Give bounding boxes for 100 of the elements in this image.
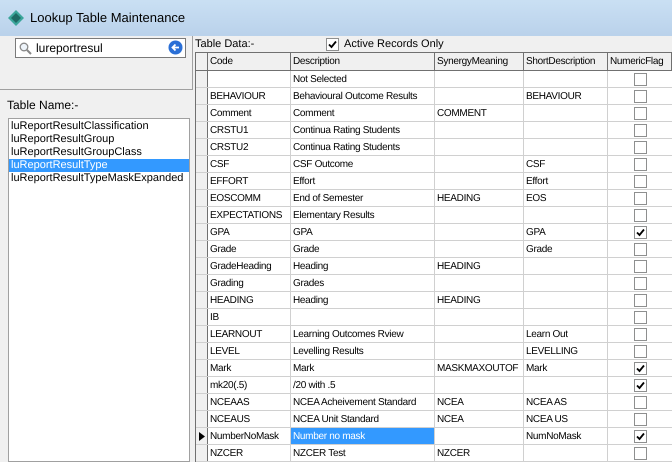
code-cell: NZCER: [208, 445, 291, 461]
numeric-flag-checkbox[interactable]: [634, 344, 646, 358]
synergy-meaning-cell: HEADING: [435, 258, 524, 274]
code-cell: IB: [208, 309, 291, 325]
description-cell: NCEA Acheivement Standard: [291, 394, 435, 410]
diamond-logo-icon: [8, 10, 24, 26]
short-description-cell: NCEA US: [524, 411, 608, 427]
description-cell: Elementary Results: [291, 207, 435, 223]
numeric-flag-checkbox[interactable]: [634, 430, 646, 442]
code-cell: CRSTU2: [208, 139, 291, 155]
table-list-item[interactable]: luReportResultGroup: [9, 132, 189, 146]
description-cell: CSF Outcome: [291, 156, 435, 172]
synergy-meaning-cell: HEADING: [435, 190, 524, 206]
table-name-label: Table Name:-: [7, 98, 78, 112]
column-header[interactable]: ShortDescription: [524, 53, 608, 70]
description-cell: Heading: [291, 258, 435, 274]
code-cell: EOSCOMM: [208, 190, 291, 206]
short-description-cell: Mark: [524, 360, 608, 376]
short-description-cell: Grade: [524, 241, 608, 257]
numeric-flag-checkbox[interactable]: [634, 208, 646, 222]
numeric-flag-checkbox[interactable]: [634, 412, 646, 426]
description-cell: Heading: [291, 292, 435, 308]
numeric-flag-checkbox[interactable]: [634, 158, 646, 170]
code-cell: HEADING: [208, 292, 291, 308]
code-cell: NCEAUS: [208, 411, 291, 427]
code-cell: mk20(.5): [208, 377, 291, 393]
description-cell: /20 with .5: [291, 377, 435, 393]
description-cell: NZCER Test: [291, 445, 435, 461]
description-cell: Not Selected: [291, 71, 435, 87]
current-row-arrow-icon: [198, 432, 204, 440]
numeric-flag-checkbox[interactable]: [634, 174, 646, 188]
code-cell: Comment: [208, 105, 291, 121]
code-cell: Grade: [208, 241, 291, 257]
numeric-flag-checkbox[interactable]: [634, 294, 646, 306]
code-cell: CRSTU1: [208, 122, 291, 138]
numeric-flag-checkbox[interactable]: [634, 310, 646, 324]
description-cell: Comment: [291, 105, 435, 121]
code-cell: CSF: [208, 156, 291, 172]
code-cell: NCEAAS: [208, 394, 291, 410]
description-cell: Effort: [291, 173, 435, 189]
column-header[interactable]: Description: [291, 53, 435, 70]
description-cell: GPA: [291, 224, 435, 240]
short-description-cell: NCEA AS: [524, 394, 608, 410]
code-cell: EFFORT: [208, 173, 291, 189]
column-header[interactable]: Code: [208, 53, 291, 70]
numeric-flag-checkbox[interactable]: [634, 396, 646, 408]
numeric-flag-checkbox[interactable]: [634, 260, 646, 272]
description-cell: Learning Outcomes Rview: [291, 326, 435, 342]
numeric-flag-checkbox[interactable]: [634, 90, 646, 102]
synergy-meaning-cell: MASKMAXOUTOF: [435, 360, 524, 376]
search-field[interactable]: lureportresul: [15, 38, 186, 58]
code-cell: GPA: [208, 224, 291, 240]
short-description-cell: BEHAVIOUR: [524, 88, 608, 104]
description-cell: Levelling Results: [291, 343, 435, 359]
row-header[interactable]: [196, 428, 208, 444]
description-cell: Behavioural Outcome Results: [291, 88, 435, 104]
short-description-cell: GPA: [524, 224, 608, 240]
description-cell: Grades: [291, 275, 435, 291]
numeric-flag-checkbox[interactable]: [634, 192, 646, 204]
short-description-cell: Learn Out: [524, 326, 608, 342]
numeric-flag-checkbox[interactable]: [634, 276, 646, 290]
numeric-flag-checkbox[interactable]: [634, 242, 646, 256]
table-list-item[interactable]: luReportResultClassification: [9, 120, 189, 132]
numeric-flag-checkbox[interactable]: [634, 106, 646, 120]
synergy-meaning-cell: NCEA: [435, 394, 524, 410]
description-cell: Grade: [291, 241, 435, 257]
numeric-flag-checkbox[interactable]: [634, 362, 646, 374]
window-title: Lookup Table Maintenance: [30, 9, 186, 28]
synergy-meaning-cell: NCEA: [435, 411, 524, 427]
numeric-flag-checkbox[interactable]: [634, 226, 646, 238]
table-list-item[interactable]: luReportResultTypeMaskExpanded: [9, 172, 189, 184]
short-description-cell: CSF: [524, 156, 608, 172]
column-header[interactable]: NumericFlag: [608, 53, 672, 70]
short-description-cell: Effort: [524, 173, 608, 189]
description-cell: Continua Rating Students: [291, 139, 435, 155]
short-description-cell: LEVELLING: [524, 343, 608, 359]
description-cell: Continua Rating Students: [291, 122, 435, 138]
table-data-label: Table Data:-: [195, 36, 256, 52]
code-cell: Mark: [208, 360, 291, 376]
synergy-meaning-cell: NZCER: [435, 445, 524, 461]
code-cell: LEVEL: [208, 343, 291, 359]
synergy-meaning-cell: COMMENT: [435, 105, 524, 121]
code-cell: EXPECTATIONS: [208, 207, 291, 223]
description-cell: Number no mask: [291, 428, 435, 444]
description-cell: NCEA Unit Standard: [291, 411, 435, 427]
column-header[interactable]: SynergyMeaning: [435, 53, 524, 70]
code-cell: BEHAVIOUR: [208, 88, 291, 104]
search-icon: [19, 42, 32, 55]
numeric-flag-checkbox[interactable]: [634, 72, 646, 86]
synergy-meaning-cell: HEADING: [435, 292, 524, 308]
code-cell: GradeHeading: [208, 258, 291, 274]
numeric-flag-checkbox[interactable]: [634, 378, 646, 392]
numeric-flag-checkbox[interactable]: [634, 328, 646, 340]
table-list-item[interactable]: luReportResultGroupClass: [9, 146, 189, 158]
code-cell: LEARNOUT: [208, 326, 291, 342]
numeric-flag-checkbox[interactable]: [634, 140, 646, 154]
numeric-flag-checkbox[interactable]: [634, 446, 646, 460]
active-records-checkbox[interactable]: [326, 38, 339, 50]
short-description-cell: EOS: [524, 190, 608, 206]
numeric-flag-checkbox[interactable]: [634, 124, 646, 136]
